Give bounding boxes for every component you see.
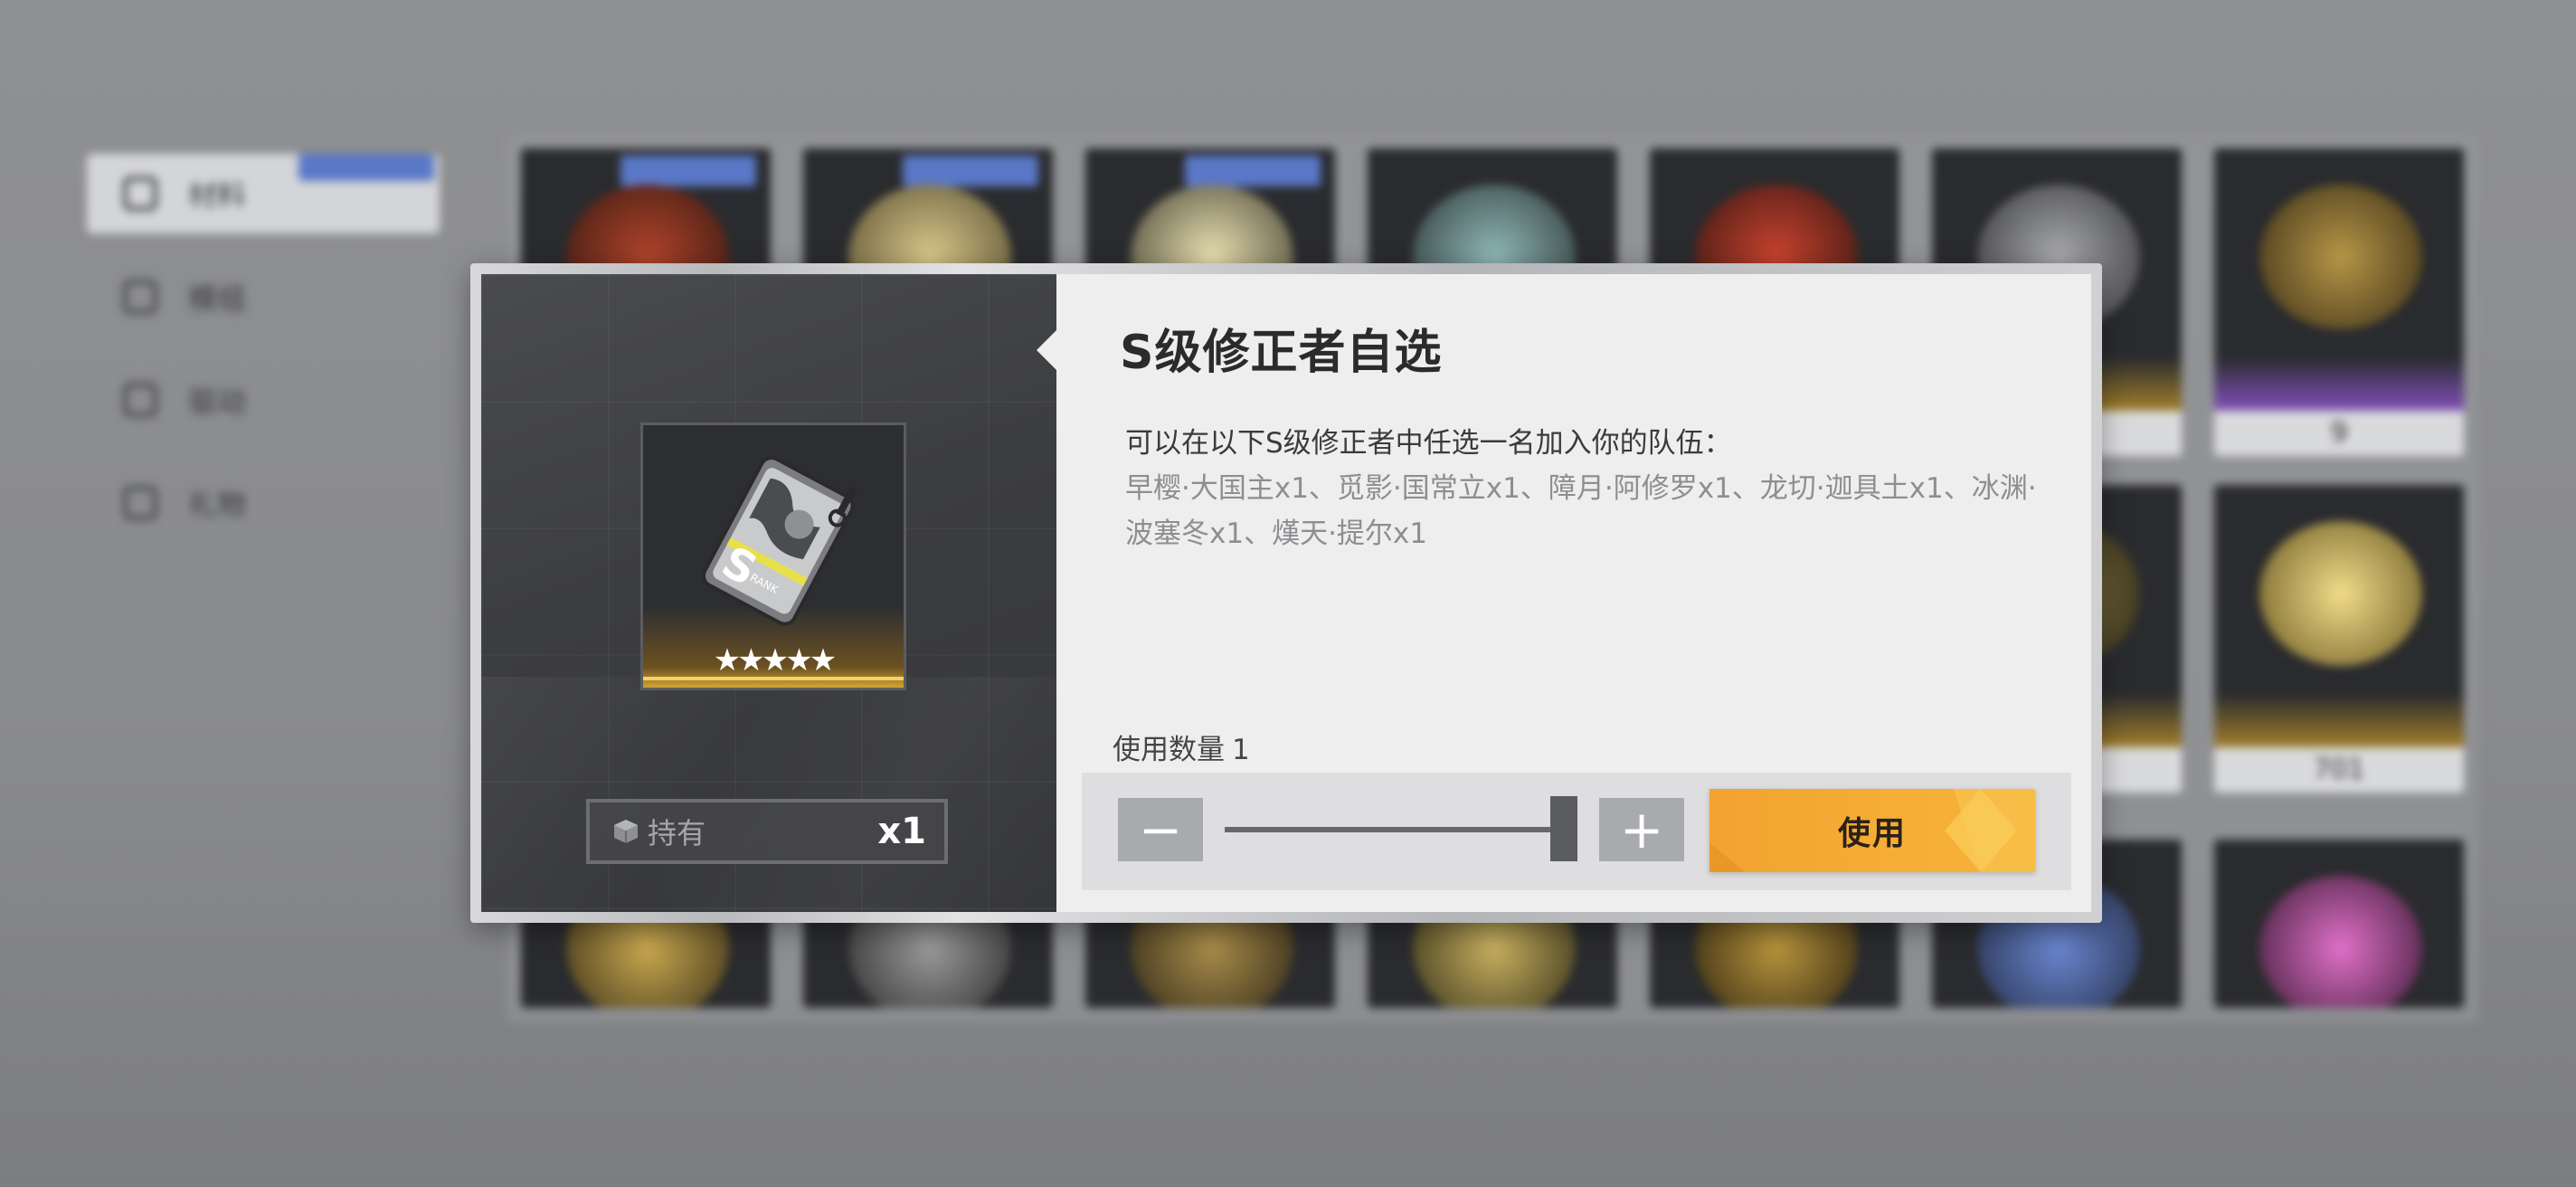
- item-icon-frame: S RANK ★★★★★: [640, 423, 906, 690]
- owned-label: 持有: [648, 816, 706, 850]
- quantity-label: 使用数量 1: [1113, 726, 1250, 767]
- quantity-value: 1: [1232, 734, 1250, 766]
- inventory-card[interactable]: 9: [2214, 148, 2464, 456]
- rarity-stars: ★★★★★: [713, 642, 837, 679]
- panel-pointer: [1037, 330, 1056, 370]
- card-count: 9: [2214, 411, 2464, 456]
- background-sidebar: 材料 模组 驱动 礼物: [87, 154, 440, 566]
- item-title: S级修正者自选: [1120, 326, 1443, 380]
- owned-count: x1: [877, 811, 926, 852]
- gift-icon: [123, 486, 157, 520]
- driver-icon: [123, 383, 157, 417]
- sidebar-item-label: 驱动: [188, 385, 247, 419]
- card-count: 701: [2214, 747, 2464, 793]
- quantity-control-bar: − + 使用: [1082, 773, 2071, 890]
- new-tag: [298, 154, 434, 181]
- sidebar-item-label: 礼物: [188, 488, 247, 522]
- decrease-button[interactable]: −: [1118, 798, 1203, 861]
- quantity-slider-handle[interactable]: [1550, 796, 1577, 861]
- candidate-list: 早樱·大国主x1、觅影·国常立x1、障月·阿修罗x1、龙切·迦具土x1、冰渊·波…: [1125, 472, 2037, 550]
- card-tag: [620, 156, 756, 186]
- s-rank-ticket-icon: S RANK: [701, 456, 857, 626]
- card-glow: [2214, 693, 2464, 747]
- increase-button[interactable]: +: [1599, 798, 1684, 861]
- card-art: [2259, 521, 2422, 666]
- card-glow: [2214, 356, 2464, 411]
- minus-icon: −: [1138, 799, 1183, 860]
- sidebar-item-materials[interactable]: 材料: [87, 154, 440, 233]
- use-button-label: 使用: [1837, 815, 1907, 852]
- use-button[interactable]: 使用: [1709, 789, 2035, 872]
- box-icon: [614, 820, 638, 843]
- materials-icon: [123, 176, 157, 211]
- inventory-card[interactable]: 701: [2214, 485, 2464, 793]
- owned-count-box: 持有 x1: [586, 799, 948, 864]
- sidebar-item-drivers[interactable]: 驱动: [87, 360, 440, 440]
- item-use-dialog: S RANK ★★★★★ 持有 x1 S级修正者自选 可以在以下S级修正者中任选…: [470, 263, 2102, 923]
- sidebar-item-label: 模组: [188, 281, 247, 316]
- card-tag: [903, 156, 1038, 186]
- item-preview-panel: S RANK ★★★★★ 持有 x1: [481, 274, 1056, 912]
- inventory-card[interactable]: [2214, 840, 2464, 1008]
- sidebar-item-label: 材料: [188, 178, 247, 213]
- plus-icon: +: [1619, 799, 1664, 860]
- module-icon: [123, 280, 157, 314]
- item-detail-panel: S级修正者自选 可以在以下S级修正者中任选一名加入你的队伍： 早樱·大国主x1、…: [1037, 274, 2091, 912]
- card-art: [2259, 185, 2422, 329]
- sidebar-item-gifts[interactable]: 礼物: [87, 463, 440, 543]
- quantity-label-text: 使用数量: [1113, 734, 1225, 766]
- quantity-slider-track[interactable]: [1225, 827, 1576, 832]
- item-description: 可以在以下S级修正者中任选一名加入你的队伍：: [1125, 427, 1732, 460]
- card-art: [2259, 876, 2422, 1008]
- sidebar-item-modules[interactable]: 模组: [87, 257, 440, 337]
- dialog-inner: S RANK ★★★★★ 持有 x1 S级修正者自选 可以在以下S级修正者中任选…: [481, 274, 2091, 912]
- card-tag: [1185, 156, 1321, 186]
